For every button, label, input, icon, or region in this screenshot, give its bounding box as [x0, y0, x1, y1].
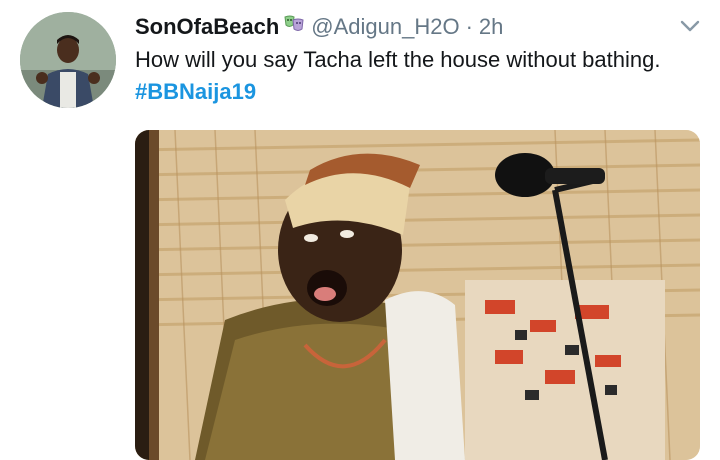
timestamp[interactable]: 2h [479, 12, 503, 42]
tweet-media-image[interactable] [135, 130, 700, 460]
avatar[interactable] [20, 12, 116, 108]
tweet-header: SonOfaBeach @Adigun_H2O · 2h [135, 12, 660, 42]
tweet-text: How will you say Tacha left the house wi… [135, 44, 695, 108]
theater-masks-icon [283, 12, 305, 42]
avatar-image [20, 12, 116, 108]
display-name[interactable]: SonOfaBeach [135, 12, 279, 42]
chevron-down-icon[interactable] [678, 16, 702, 36]
meta-separator: · [465, 14, 473, 39]
media-photo [135, 130, 700, 460]
hashtag-link[interactable]: #BBNaija19 [135, 79, 256, 104]
tweet-body: How will you say Tacha left the house wi… [135, 47, 661, 72]
user-handle[interactable]: @Adigun_H2O [311, 12, 459, 42]
